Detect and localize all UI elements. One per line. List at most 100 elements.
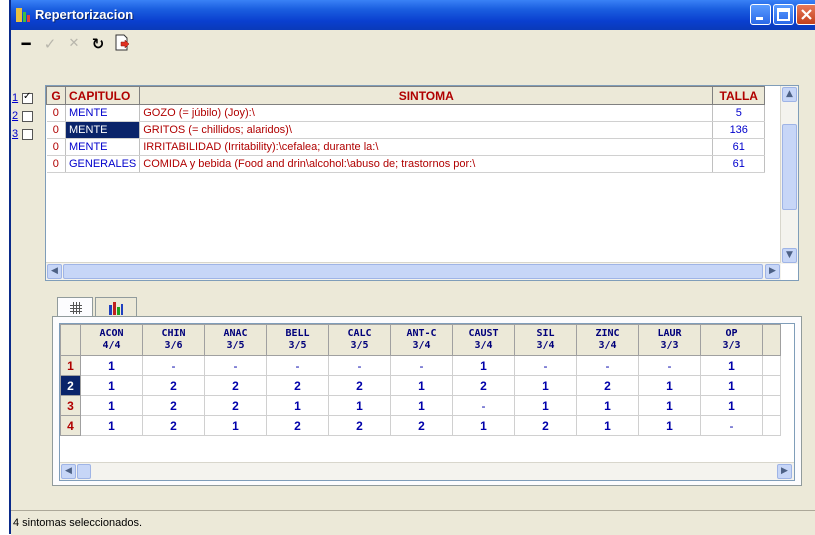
- col-header-sintoma[interactable]: SINTOMA: [139, 86, 714, 105]
- grade-cell[interactable]: 2: [204, 395, 267, 416]
- symptoms-horizontal-scrollbar[interactable]: ◀ ▶: [46, 262, 781, 280]
- grade-cell[interactable]: 1: [80, 395, 143, 416]
- cell-g[interactable]: 0: [46, 104, 66, 122]
- col-header-talla[interactable]: TALLA: [712, 86, 766, 105]
- symptom-check-row[interactable]: 3: [12, 126, 42, 144]
- symptom-check-number[interactable]: 2: [12, 110, 18, 122]
- vertical-scroll-thumb[interactable]: [782, 124, 797, 210]
- grade-cell[interactable]: 2: [266, 415, 329, 436]
- remedy-column-header[interactable]: ZINC 3/4: [576, 324, 639, 356]
- grade-cell[interactable]: 1: [700, 395, 763, 416]
- row-number[interactable]: 4: [60, 415, 81, 436]
- grade-cell[interactable]: -: [142, 355, 205, 376]
- grade-cell[interactable]: 2: [328, 415, 391, 436]
- table-row[interactable]: 0 MENTE GRITOS (= chillidos; alaridos)\ …: [46, 121, 766, 139]
- scroll-right-button[interactable]: ▶: [777, 464, 792, 479]
- remedy-column-header[interactable]: ANAC 3/5: [204, 324, 267, 356]
- scroll-down-button[interactable]: ▼: [782, 248, 797, 263]
- maximize-button[interactable]: [773, 4, 794, 25]
- grade-cell[interactable]: -: [514, 355, 577, 376]
- cell-capitulo[interactable]: GENERALES: [65, 155, 141, 173]
- grade-cell[interactable]: -: [266, 355, 329, 376]
- grade-cell[interactable]: -: [452, 395, 515, 416]
- row-number[interactable]: 1: [60, 355, 81, 376]
- remedies-horizontal-scrollbar[interactable]: ◀ ▶: [60, 462, 794, 480]
- grade-cell[interactable]: 2: [204, 375, 267, 396]
- symptom-checkbox[interactable]: [22, 111, 33, 122]
- grade-cell[interactable]: 1: [390, 395, 453, 416]
- grade-cell[interactable]: 1: [514, 375, 577, 396]
- cell-sintoma[interactable]: COMIDA y bebida (Food and drin\alcohol:\…: [139, 155, 714, 173]
- cell-talla[interactable]: 136: [712, 121, 766, 139]
- table-row[interactable]: 212222121211: [60, 375, 781, 396]
- table-row[interactable]: 0 GENERALES COMIDA y bebida (Food and dr…: [46, 155, 766, 173]
- grade-cell[interactable]: 2: [142, 375, 205, 396]
- grade-cell[interactable]: -: [576, 355, 639, 376]
- symptom-checkbox[interactable]: [22, 129, 33, 140]
- cell-capitulo[interactable]: MENTE: [65, 104, 141, 122]
- grade-cell[interactable]: 1: [80, 375, 143, 396]
- scroll-left-button[interactable]: ◀: [47, 264, 62, 279]
- grade-cell[interactable]: 1: [452, 355, 515, 376]
- grade-cell[interactable]: 2: [576, 375, 639, 396]
- grade-cell[interactable]: 2: [514, 415, 577, 436]
- symptom-check-row[interactable]: 2: [12, 108, 42, 126]
- grade-cell[interactable]: 1: [452, 415, 515, 436]
- close-button[interactable]: [796, 4, 815, 25]
- symptoms-vertical-scrollbar[interactable]: ▲ ▼: [780, 86, 798, 264]
- minimize-button[interactable]: [750, 4, 771, 25]
- table-row[interactable]: 3122111-1111: [60, 395, 781, 416]
- scroll-right-button[interactable]: ▶: [765, 264, 780, 279]
- scroll-up-button[interactable]: ▲: [782, 87, 797, 102]
- symptom-check-row[interactable]: 1 ✓: [12, 90, 42, 108]
- cell-capitulo-selected[interactable]: MENTE: [65, 121, 141, 139]
- grade-cell[interactable]: 1: [576, 415, 639, 436]
- grade-cell[interactable]: 2: [142, 415, 205, 436]
- cell-g[interactable]: 0: [46, 155, 66, 173]
- grade-cell[interactable]: 1: [266, 395, 329, 416]
- cell-talla[interactable]: 61: [712, 138, 766, 156]
- col-header-capitulo[interactable]: CAPITULO: [64, 86, 141, 105]
- remove-tool-button[interactable]: ━: [15, 34, 37, 54]
- grade-cell[interactable]: 2: [328, 375, 391, 396]
- grade-cell[interactable]: -: [700, 415, 763, 436]
- remedy-column-header[interactable]: SIL 3/4: [514, 324, 577, 356]
- grade-cell[interactable]: 1: [700, 355, 763, 376]
- grade-cell[interactable]: 2: [390, 415, 453, 436]
- cell-sintoma[interactable]: IRRITABILIDAD (Irritability):\cefalea; d…: [139, 138, 714, 156]
- symptom-check-number[interactable]: 1: [12, 92, 18, 104]
- grade-cell[interactable]: 1: [638, 395, 701, 416]
- export-tool-button[interactable]: [111, 34, 133, 54]
- grade-cell[interactable]: 1: [514, 395, 577, 416]
- grade-cell[interactable]: 2: [452, 375, 515, 396]
- cell-g[interactable]: 0: [46, 138, 66, 156]
- remedy-column-header[interactable]: CALC 3/5: [328, 324, 391, 356]
- grade-cell[interactable]: 1: [80, 415, 143, 436]
- title-bar[interactable]: Repertorizacion: [11, 0, 815, 30]
- cell-sintoma[interactable]: GRITOS (= chillidos; alaridos)\: [139, 121, 714, 139]
- grade-cell[interactable]: 1: [328, 395, 391, 416]
- grade-cell[interactable]: -: [204, 355, 267, 376]
- table-row[interactable]: 41212221211-: [60, 415, 781, 436]
- refresh-tool-button[interactable]: ↻: [87, 34, 109, 54]
- grade-cell[interactable]: 1: [80, 355, 143, 376]
- grade-cell[interactable]: -: [328, 355, 391, 376]
- symptom-check-number[interactable]: 3: [12, 128, 18, 140]
- cell-g[interactable]: 0: [46, 121, 66, 139]
- grade-cell[interactable]: 1: [638, 415, 701, 436]
- remedy-column-header[interactable]: BELL 3/5: [266, 324, 329, 356]
- symptom-checkbox[interactable]: ✓: [22, 91, 33, 104]
- grade-cell[interactable]: 1: [576, 395, 639, 416]
- remedy-column-header[interactable]: ACON 4/4: [80, 324, 143, 356]
- grade-cell[interactable]: 1: [638, 375, 701, 396]
- tab-grid-view[interactable]: [57, 297, 93, 317]
- table-row[interactable]: 11-----1---1: [60, 355, 781, 376]
- cell-talla[interactable]: 61: [712, 155, 766, 173]
- remedy-column-header[interactable]: OP 3/3: [700, 324, 763, 356]
- col-header-g[interactable]: G: [46, 86, 66, 105]
- grade-cell[interactable]: 1: [390, 375, 453, 396]
- horizontal-scroll-thumb[interactable]: [77, 464, 91, 479]
- horizontal-scroll-thumb[interactable]: [63, 264, 763, 279]
- remedy-column-header[interactable]: ANT-C 3/4: [390, 324, 453, 356]
- grade-cell[interactable]: -: [390, 355, 453, 376]
